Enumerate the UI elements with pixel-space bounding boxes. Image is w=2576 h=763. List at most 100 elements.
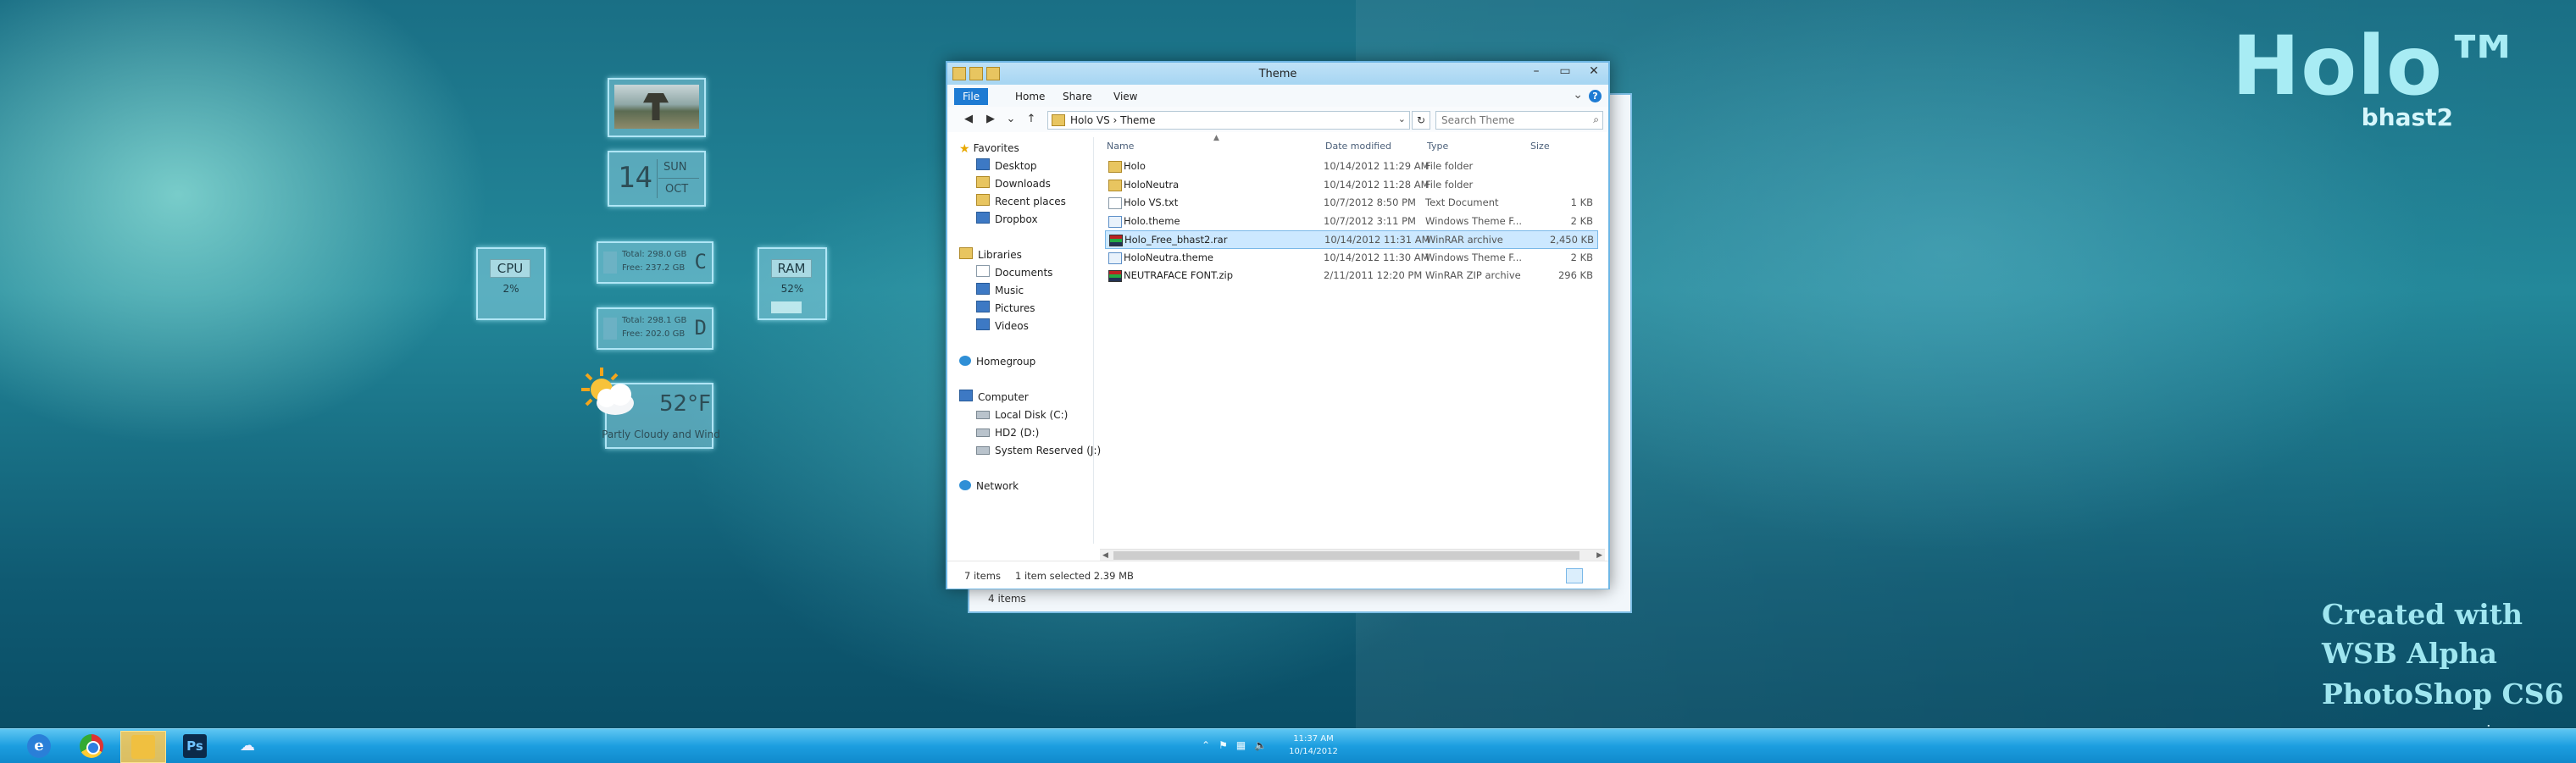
- minimize-button[interactable]: –: [1522, 63, 1551, 80]
- tab-share[interactable]: Share: [1054, 88, 1101, 105]
- slideshow-gadget[interactable]: [608, 78, 706, 137]
- taskbar-file-explorer[interactable]: [120, 731, 166, 763]
- nav-network[interactable]: Network: [959, 478, 1019, 494]
- file-size: 296 KB: [1557, 269, 1593, 281]
- file-row[interactable]: HoloNeutra.theme 10/14/2012 11:30 AM Windo…: [1105, 249, 1596, 266]
- ram-meter-gadget[interactable]: RAM 52%: [758, 247, 827, 320]
- file-type: Text Document: [1425, 196, 1499, 208]
- close-button[interactable]: ✕: [1579, 63, 1608, 80]
- nav-label: Videos: [995, 320, 1029, 332]
- text-file-icon: [1108, 197, 1122, 209]
- maximize-button[interactable]: ▭: [1551, 63, 1579, 80]
- nav-dropbox[interactable]: Dropbox: [976, 212, 1038, 227]
- tab-home[interactable]: Home: [1007, 88, 1053, 105]
- file-row[interactable]: Holo.theme 10/7/2012 3:11 PM Windows Theme…: [1105, 213, 1596, 229]
- nav-computer[interactable]: Computer: [959, 390, 1029, 405]
- nav-libraries[interactable]: Libraries: [959, 247, 1022, 263]
- title-bar[interactable]: Theme – ▭ ✕: [947, 63, 1608, 85]
- nav-system-reserved[interactable]: System Reserved (J:): [976, 443, 1101, 458]
- scroll-right-icon[interactable]: ▶: [1596, 550, 1602, 561]
- nav-desktop[interactable]: Desktop: [976, 158, 1037, 174]
- taskbar-internet-explorer[interactable]: e: [17, 731, 61, 761]
- file-size: 2,450 KB: [1549, 234, 1594, 246]
- file-row[interactable]: NEUTRAFACE FONT.zip 2/11/2011 12:20 PM Win…: [1105, 267, 1596, 284]
- cpu-meter-gadget[interactable]: CPU 2%: [476, 247, 546, 320]
- nav-downloads[interactable]: Downloads: [976, 176, 1051, 191]
- large-icons-view-icon[interactable]: [1588, 568, 1602, 582]
- nav-documents[interactable]: Documents: [976, 265, 1052, 280]
- file-row[interactable]: Holo VS.txt 10/7/2012 8:50 PM Text Documen…: [1105, 194, 1596, 211]
- drive-icon: [603, 318, 617, 340]
- status-bar: 7 items 1 item selected 2.39 MB: [947, 561, 1608, 589]
- forward-button[interactable]: ▶: [983, 112, 998, 127]
- show-hidden-icons-icon[interactable]: ⌃: [1202, 739, 1210, 751]
- tab-file[interactable]: File: [954, 88, 989, 105]
- explorer-window[interactable]: Theme – ▭ ✕ File Home Share View ⌄ ? ◀ ▶…: [946, 61, 1610, 589]
- cpu-value: 2%: [502, 283, 519, 295]
- column-header-type[interactable]: Type: [1427, 141, 1448, 152]
- scroll-left-icon[interactable]: ◀: [1102, 550, 1108, 561]
- nav-label: Desktop: [995, 160, 1037, 172]
- file-date: 2/11/2011 12:20 PM: [1324, 269, 1423, 281]
- rar-archive-icon: [1108, 270, 1122, 282]
- expand-ribbon-icon[interactable]: ⌄: [1573, 88, 1583, 102]
- nav-hd2-d[interactable]: HD2 (D:): [976, 425, 1039, 440]
- help-icon[interactable]: ?: [1589, 90, 1602, 102]
- horizontal-scrollbar[interactable]: ◀ ▶: [1100, 549, 1605, 561]
- up-button[interactable]: ↑: [1024, 112, 1039, 127]
- volume-icon[interactable]: 🔈: [1254, 739, 1267, 751]
- file-row[interactable]: HoloNeutra 10/14/2012 11:28 AM File folder: [1105, 176, 1596, 193]
- column-header-name[interactable]: Name: [1107, 141, 1134, 152]
- nav-music[interactable]: Music: [976, 283, 1024, 298]
- address-dropdown-icon[interactable]: ⌄: [1398, 113, 1406, 124]
- calendar-gadget[interactable]: 14 SUN OCT: [608, 151, 706, 207]
- cpu-label: CPU: [490, 259, 530, 278]
- tab-view[interactable]: View: [1105, 88, 1146, 105]
- search-box[interactable]: Search Theme ⌕: [1435, 111, 1603, 130]
- scrollbar-thumb[interactable]: [1113, 551, 1579, 560]
- details-view-icon[interactable]: [1566, 568, 1583, 583]
- file-name: HoloNeutra.theme: [1124, 251, 1213, 263]
- nav-favorites[interactable]: ★ Favorites: [959, 141, 1019, 156]
- drive-meter-c[interactable]: Total: 298.0 GB Free: 237.2 GB C: [597, 241, 713, 284]
- network-icon[interactable]: ▦: [1236, 739, 1246, 751]
- weather-temperature: 52°F: [659, 391, 712, 417]
- nav-pictures[interactable]: Pictures: [976, 301, 1035, 316]
- search-icon[interactable]: ⌕: [1593, 113, 1599, 126]
- taskbar-app[interactable]: ☁: [225, 731, 269, 761]
- column-header-date[interactable]: Date modified: [1325, 141, 1391, 152]
- refresh-button[interactable]: ↻: [1412, 111, 1430, 130]
- nav-recent-places[interactable]: Recent places: [976, 194, 1066, 209]
- address-path[interactable]: Holo VS › Theme: [1070, 114, 1156, 126]
- column-header-size[interactable]: Size: [1530, 141, 1550, 152]
- cloud-app-icon: ☁: [240, 737, 255, 755]
- desktop-icon: [976, 158, 990, 170]
- file-row[interactable]: Holo_Free_bhast2.rar 10/14/2012 11:31 AM W…: [1105, 230, 1598, 249]
- internet-explorer-icon: e: [27, 734, 51, 758]
- ram-label: RAM: [771, 259, 812, 278]
- nav-homegroup[interactable]: Homegroup: [959, 354, 1035, 369]
- action-center-icon[interactable]: ⚑: [1219, 739, 1228, 751]
- folder-icon: [1108, 179, 1122, 191]
- credit-line-1: Created with: [2322, 598, 2523, 631]
- drive-meter-d[interactable]: Total: 298.1 GB Free: 202.0 GB D: [597, 307, 713, 350]
- nav-local-disk-c[interactable]: Local Disk (C:): [976, 407, 1068, 423]
- partly-cloudy-icon: [581, 368, 634, 415]
- nav-label: Network: [976, 480, 1019, 492]
- recent-locations-icon[interactable]: ⌄: [1003, 112, 1019, 127]
- view-toggle-icons[interactable]: [1593, 591, 1624, 603]
- back-button[interactable]: ◀: [961, 112, 976, 127]
- nav-videos[interactable]: Videos: [976, 318, 1029, 334]
- taskbar-chrome[interactable]: [69, 731, 114, 761]
- file-row[interactable]: Holo 10/14/2012 11:29 AM File folder: [1105, 158, 1596, 174]
- calendar-weekday: SUN: [663, 161, 687, 174]
- clock[interactable]: 11:37 AM 10/14/2012: [1288, 733, 1339, 758]
- nav-label: Downloads: [995, 178, 1051, 190]
- address-bar[interactable]: Holo VS › Theme ⌄: [1047, 111, 1410, 130]
- taskbar: e Ps ☁ ⌃ ⚑ ▦ 🔈 11:37 AM 10/14/2012: [0, 728, 2576, 763]
- file-date: 10/14/2012 11:28 AM: [1324, 178, 1430, 191]
- folder-icon: [1052, 114, 1065, 126]
- taskbar-photoshop[interactable]: Ps: [173, 731, 217, 761]
- credit-line-3: PhotoShop CS6: [2322, 677, 2564, 710]
- search-input[interactable]: Search Theme: [1441, 114, 1514, 126]
